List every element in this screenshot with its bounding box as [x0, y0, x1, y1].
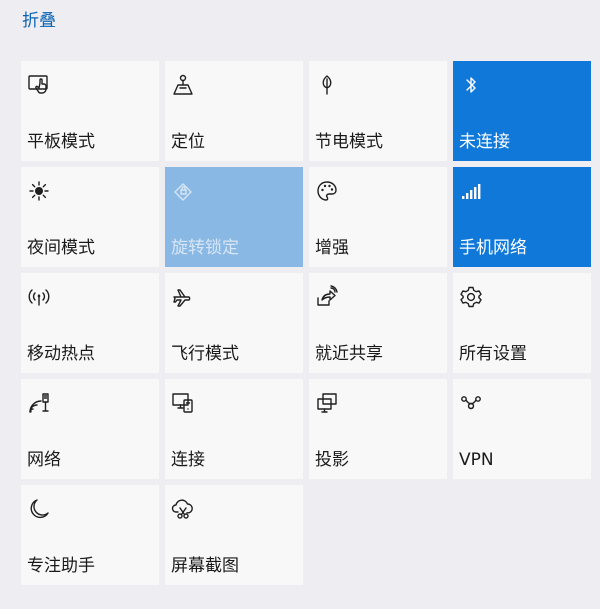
tile-label: 旋转锁定 — [171, 238, 239, 258]
tile-label: 连接 — [171, 450, 205, 470]
location-icon — [171, 73, 195, 97]
tile-label: 定位 — [171, 132, 205, 152]
tablet-mode-icon — [27, 73, 51, 97]
tile-label: 就近共享 — [315, 344, 383, 364]
bluetooth-icon — [459, 73, 483, 97]
screen-snip-icon — [171, 497, 195, 521]
project-icon — [315, 391, 339, 415]
gear-icon — [459, 285, 483, 309]
tile-label: 屏幕截图 — [171, 556, 239, 576]
tile-label: 网络 — [27, 450, 61, 470]
palette-icon — [315, 179, 339, 203]
tile-airplane-mode[interactable]: 飞行模式 — [165, 273, 303, 373]
tile-label: VPN — [459, 450, 494, 470]
tile-mobile-hotspot[interactable]: 移动热点 — [21, 273, 159, 373]
tile-label: 飞行模式 — [171, 344, 239, 364]
tile-enhance[interactable]: 增强 — [309, 167, 447, 267]
tile-all-settings[interactable]: 所有设置 — [453, 273, 591, 373]
collapse-link[interactable]: 折叠 — [22, 10, 56, 32]
tile-cellular[interactable]: 手机网络 — [453, 167, 591, 267]
rotation-lock-icon — [171, 179, 195, 203]
tile-nearby-share[interactable]: 就近共享 — [309, 273, 447, 373]
battery-saver-icon — [315, 73, 339, 97]
connect-icon — [171, 391, 195, 415]
tile-label: 平板模式 — [27, 132, 95, 152]
quick-actions-grid: 平板模式 定位 节电模式 未连接 夜间模式 旋转锁定 增强 手机网络 移动热点 … — [21, 61, 591, 585]
tile-rotation-lock: 旋转锁定 — [165, 167, 303, 267]
tile-vpn[interactable]: VPN — [453, 379, 591, 479]
tile-label: 增强 — [315, 238, 349, 258]
hotspot-icon — [27, 285, 51, 309]
tile-label: 所有设置 — [459, 344, 527, 364]
tile-screen-snip[interactable]: 屏幕截图 — [165, 485, 303, 585]
tile-label: 移动热点 — [27, 344, 95, 364]
vpn-icon — [459, 391, 483, 415]
tile-project[interactable]: 投影 — [309, 379, 447, 479]
tile-battery-saver[interactable]: 节电模式 — [309, 61, 447, 161]
tile-night-light[interactable]: 夜间模式 — [21, 167, 159, 267]
tile-tablet-mode[interactable]: 平板模式 — [21, 61, 159, 161]
tile-location[interactable]: 定位 — [165, 61, 303, 161]
airplane-icon — [171, 285, 195, 309]
tile-label: 未连接 — [459, 132, 510, 152]
tile-focus-assist[interactable]: 专注助手 — [21, 485, 159, 585]
tile-label: 专注助手 — [27, 556, 95, 576]
tile-network[interactable]: 网络 — [21, 379, 159, 479]
tile-label: 手机网络 — [459, 238, 527, 258]
moon-icon — [27, 497, 51, 521]
tile-connect[interactable]: 连接 — [165, 379, 303, 479]
network-icon — [27, 391, 51, 415]
tile-label: 节电模式 — [315, 132, 383, 152]
tile-label: 投影 — [315, 450, 349, 470]
nearby-share-icon — [315, 285, 339, 309]
cellular-signal-icon — [459, 179, 483, 203]
tile-label: 夜间模式 — [27, 238, 95, 258]
night-light-icon — [27, 179, 51, 203]
tile-bluetooth[interactable]: 未连接 — [453, 61, 591, 161]
